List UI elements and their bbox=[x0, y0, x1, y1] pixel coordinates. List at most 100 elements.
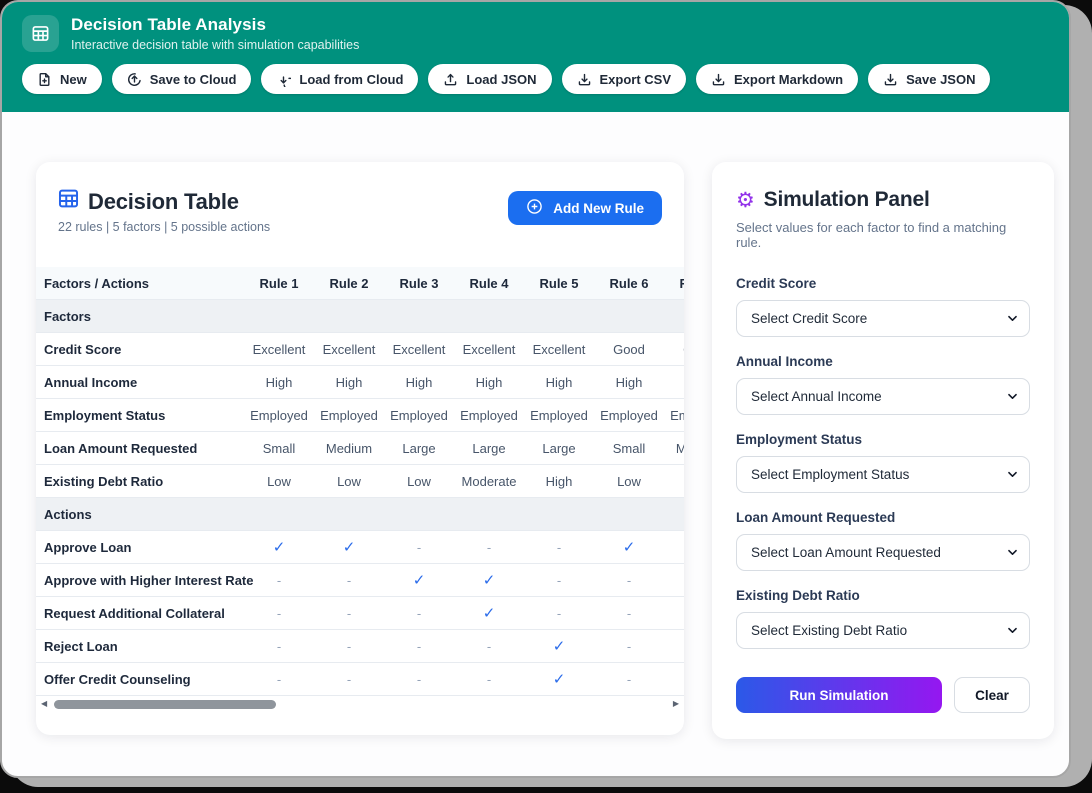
empty-cell-dash: - bbox=[277, 672, 281, 687]
factor-value-cell[interactable]: High bbox=[664, 375, 684, 390]
action-value-cell[interactable]: - bbox=[524, 606, 594, 621]
factor-value-cell[interactable]: Employed bbox=[314, 408, 384, 423]
existing-debt-ratio-label: Existing Debt Ratio bbox=[736, 588, 1030, 603]
scroll-left-arrow-icon[interactable]: ◀ bbox=[41, 700, 47, 708]
action-value-cell[interactable]: - bbox=[314, 672, 384, 687]
action-value-cell[interactable]: ✓ bbox=[594, 538, 664, 556]
factor-value-cell[interactable]: Employed bbox=[454, 408, 524, 423]
action-value-cell[interactable]: - bbox=[314, 639, 384, 654]
factor-value-cell[interactable]: Large bbox=[384, 441, 454, 456]
download-icon bbox=[711, 72, 726, 87]
action-value-cell[interactable]: - bbox=[594, 606, 664, 621]
action-value-cell[interactable]: - bbox=[664, 639, 684, 654]
loan-amount-requested-select[interactable]: Select Loan Amount Requested bbox=[736, 534, 1030, 571]
action-value-cell[interactable]: - bbox=[524, 573, 594, 588]
factor-value-cell[interactable]: Small bbox=[244, 441, 314, 456]
clear-button[interactable]: Clear bbox=[954, 677, 1030, 713]
new-button[interactable]: New bbox=[22, 64, 102, 94]
add-new-rule-button[interactable]: Add New Rule bbox=[508, 191, 662, 225]
action-value-cell[interactable]: - bbox=[664, 606, 684, 621]
action-value-cell[interactable]: ✓ bbox=[454, 571, 524, 589]
factor-value-cell[interactable]: High bbox=[594, 375, 664, 390]
action-name: Reject Loan bbox=[36, 639, 244, 654]
action-value-cell[interactable]: - bbox=[594, 672, 664, 687]
app-title: Decision Table Analysis bbox=[71, 15, 359, 35]
action-name: Request Additional Collateral bbox=[36, 606, 244, 621]
factor-row: Annual IncomeHighHighHighHighHighHighHig… bbox=[36, 366, 684, 399]
credit-score-select[interactable]: Select Credit Score bbox=[736, 300, 1030, 337]
action-value-cell[interactable]: - bbox=[384, 639, 454, 654]
export-csv-button[interactable]: Export CSV bbox=[562, 64, 687, 94]
factor-value-cell[interactable]: High bbox=[454, 375, 524, 390]
action-value-cell[interactable]: ✓ bbox=[454, 604, 524, 622]
action-value-cell[interactable]: - bbox=[454, 639, 524, 654]
factor-name: Annual Income bbox=[36, 375, 244, 390]
factor-value-cell[interactable]: High bbox=[524, 375, 594, 390]
factor-value-cell[interactable]: High bbox=[384, 375, 454, 390]
action-value-cell[interactable]: - bbox=[594, 573, 664, 588]
factor-value-cell[interactable]: Low bbox=[314, 474, 384, 489]
column-header-rule: Rule 6 bbox=[594, 276, 664, 291]
factor-value-cell[interactable]: Low bbox=[244, 474, 314, 489]
factor-value-cell[interactable]: Low bbox=[664, 474, 684, 489]
action-value-cell[interactable]: - bbox=[454, 540, 524, 555]
action-value-cell[interactable]: - bbox=[244, 573, 314, 588]
action-value-cell[interactable]: - bbox=[384, 672, 454, 687]
run-simulation-button[interactable]: Run Simulation bbox=[736, 677, 942, 713]
action-value-cell[interactable]: - bbox=[384, 540, 454, 555]
horizontal-scrollbar[interactable]: ◀ ▶ bbox=[36, 697, 684, 711]
factor-value-cell[interactable]: Excellent bbox=[454, 342, 524, 357]
factor-value-cell[interactable]: Good bbox=[664, 342, 684, 357]
action-value-cell[interactable]: ✓ bbox=[524, 637, 594, 655]
scrollbar-thumb[interactable] bbox=[54, 700, 276, 709]
action-value-cell[interactable]: - bbox=[594, 639, 664, 654]
action-value-cell[interactable]: - bbox=[664, 573, 684, 588]
action-value-cell[interactable]: ✓ bbox=[314, 538, 384, 556]
action-value-cell[interactable]: - bbox=[314, 606, 384, 621]
action-value-cell[interactable]: ✓ bbox=[384, 571, 454, 589]
factor-value-cell[interactable]: High bbox=[524, 474, 594, 489]
action-value-cell[interactable]: - bbox=[664, 540, 684, 555]
factor-value-cell[interactable]: Moderate bbox=[454, 474, 524, 489]
factor-value-cell[interactable]: Good bbox=[594, 342, 664, 357]
employment-status-select[interactable]: Select Employment Status bbox=[736, 456, 1030, 493]
action-value-cell[interactable]: - bbox=[314, 573, 384, 588]
action-value-cell[interactable]: - bbox=[244, 672, 314, 687]
factor-value-cell[interactable]: Low bbox=[594, 474, 664, 489]
factor-value-cell[interactable]: Low bbox=[384, 474, 454, 489]
factor-value-cell[interactable]: Employed bbox=[594, 408, 664, 423]
factor-value-cell[interactable]: Excellent bbox=[314, 342, 384, 357]
load-json-button[interactable]: Load JSON bbox=[428, 64, 551, 94]
save-json-button[interactable]: Save JSON bbox=[868, 64, 990, 94]
save-to-cloud-button[interactable]: Save to Cloud bbox=[112, 64, 252, 94]
factor-value-cell[interactable]: Employed bbox=[244, 408, 314, 423]
factor-value-cell[interactable]: Excellent bbox=[244, 342, 314, 357]
action-value-cell[interactable]: - bbox=[244, 639, 314, 654]
factor-value-cell[interactable]: Medium bbox=[664, 441, 684, 456]
factor-value-cell[interactable]: Employed bbox=[664, 408, 684, 423]
action-value-cell[interactable]: - bbox=[664, 672, 684, 687]
factor-value-cell[interactable]: High bbox=[314, 375, 384, 390]
factor-value-cell[interactable]: Excellent bbox=[524, 342, 594, 357]
export-markdown-button[interactable]: Export Markdown bbox=[696, 64, 858, 94]
action-value-cell[interactable]: - bbox=[244, 606, 314, 621]
existing-debt-ratio-select[interactable]: Select Existing Debt Ratio bbox=[736, 612, 1030, 649]
factor-value-cell[interactable]: Employed bbox=[524, 408, 594, 423]
empty-cell-dash: - bbox=[627, 639, 631, 654]
factor-value-cell[interactable]: High bbox=[244, 375, 314, 390]
action-value-cell[interactable]: ✓ bbox=[244, 538, 314, 556]
action-value-cell[interactable]: ✓ bbox=[524, 670, 594, 688]
scroll-right-arrow-icon[interactable]: ▶ bbox=[673, 700, 679, 708]
factor-value-cell[interactable]: Medium bbox=[314, 441, 384, 456]
factor-value-cell[interactable]: Large bbox=[524, 441, 594, 456]
annual-income-select[interactable]: Select Annual Income bbox=[736, 378, 1030, 415]
load-from-cloud-button[interactable]: Load from Cloud bbox=[261, 64, 418, 94]
factor-value-cell[interactable]: Small bbox=[594, 441, 664, 456]
simulation-panel-card: ⚙ Simulation Panel Select values for eac… bbox=[712, 162, 1054, 739]
action-value-cell[interactable]: - bbox=[384, 606, 454, 621]
factor-value-cell[interactable]: Employed bbox=[384, 408, 454, 423]
action-value-cell[interactable]: - bbox=[524, 540, 594, 555]
action-value-cell[interactable]: - bbox=[454, 672, 524, 687]
factor-value-cell[interactable]: Large bbox=[454, 441, 524, 456]
factor-value-cell[interactable]: Excellent bbox=[384, 342, 454, 357]
